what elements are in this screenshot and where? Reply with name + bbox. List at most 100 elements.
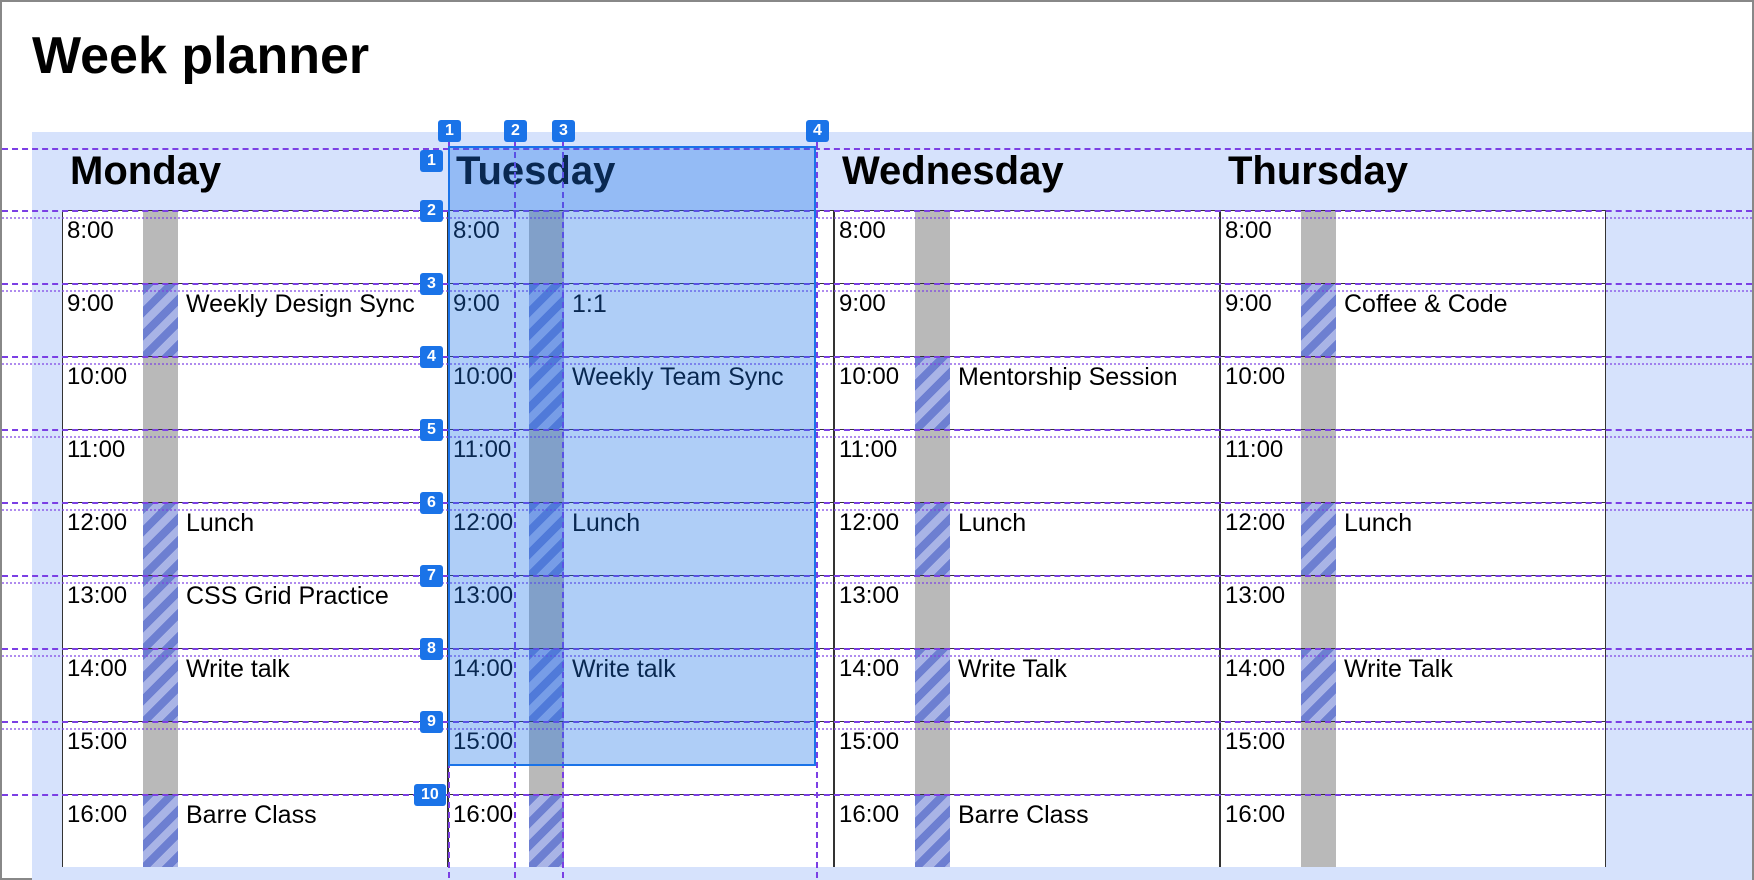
grid-guide-horizontal	[2, 356, 1752, 358]
time-slot[interactable]: 13:00	[1220, 575, 1606, 648]
time-slot[interactable]: 9:00	[834, 283, 1220, 356]
availability-bar	[1301, 649, 1336, 721]
event-name	[178, 722, 447, 794]
time-slot[interactable]: 10:00Weekly Team Sync	[448, 356, 834, 429]
day-column-monday: Monday 8:00 9:00 Weekly Design Sync 10:00…	[62, 132, 448, 867]
availability-bar	[1301, 284, 1336, 356]
time-slot[interactable]: 14:00Write talk	[448, 648, 834, 721]
time-label: 14:00	[63, 649, 143, 721]
time-slot[interactable]: 12:00Lunch	[62, 502, 448, 575]
time-slot[interactable]: 16:00Barre Class	[62, 794, 448, 867]
time-slot[interactable]: 14:00 Write talk	[62, 648, 448, 721]
week-planner-window: Week planner Monday 8:00 9:00Weekly Desi…	[0, 0, 1754, 880]
event-name: Coffee & Code	[1336, 284, 1605, 356]
time-slot[interactable]: 12:00Lunch	[834, 502, 1220, 575]
event-name	[178, 357, 447, 429]
event-name	[1336, 576, 1605, 648]
time-slot[interactable]: 10:00	[1220, 356, 1606, 429]
time-slot[interactable]: 13:00	[448, 575, 834, 648]
time-label: 16:00	[63, 795, 143, 867]
availability-bar	[529, 576, 564, 648]
time-slot[interactable]: 12:00Lunch	[1220, 502, 1606, 575]
time-label: 10:00	[1221, 357, 1301, 429]
time-slot[interactable]: 15:00	[1220, 721, 1606, 794]
time-slot[interactable]: 16:00	[448, 794, 834, 867]
time-slot[interactable]: 9:00Coffee & Code	[1220, 283, 1606, 356]
event-name	[1336, 722, 1605, 794]
time-slot[interactable]: 10:00	[62, 356, 448, 429]
availability-bar	[143, 795, 178, 867]
time-slot[interactable]: 12:00Lunch	[448, 502, 834, 575]
time-slot[interactable]: 15:00	[62, 721, 448, 794]
time-label: 11:00	[63, 430, 143, 502]
grid-row-badge: 10	[414, 784, 446, 806]
availability-bar	[529, 795, 564, 867]
availability-bar	[529, 722, 564, 794]
availability-bar	[143, 576, 178, 648]
grid-guide-thin	[2, 290, 1752, 292]
grid-col-badge: 2	[504, 120, 527, 142]
event-name	[178, 430, 447, 502]
grid-col-badge: 3	[552, 120, 575, 142]
time-slot[interactable]: 16:00	[1220, 794, 1606, 867]
availability-bar	[529, 430, 564, 502]
day-header: Monday	[62, 132, 448, 210]
time-slot[interactable]: 8:00	[62, 210, 448, 283]
time-label: 14:00	[835, 649, 915, 721]
time-label: 15:00	[449, 722, 529, 794]
grid-guide-horizontal	[2, 794, 1752, 796]
event-name: Write talk	[178, 649, 447, 721]
time-slot[interactable]: 8:00	[834, 210, 1220, 283]
event-name: Mentorship Session	[950, 357, 1219, 429]
availability-bar	[529, 284, 564, 356]
event-name: Write talk	[564, 649, 833, 721]
grid-guide-thin	[2, 509, 1752, 511]
time-slot[interactable]: 13:00	[834, 575, 1220, 648]
time-label: 9:00	[63, 284, 143, 356]
grid-col-badge: 1	[438, 120, 461, 142]
time-slot[interactable]: 11:00	[62, 429, 448, 502]
time-slot[interactable]: 8:00	[448, 210, 834, 283]
time-label: 14:00	[1221, 649, 1301, 721]
time-slot[interactable]: 9:001:1	[448, 283, 834, 356]
availability-bar	[143, 722, 178, 794]
grid-row-badge: 7	[420, 565, 443, 587]
time-slot[interactable]: 16:00Barre Class	[834, 794, 1220, 867]
time-slot[interactable]: 13:00CSS Grid Practice	[62, 575, 448, 648]
day-header: Tuesday	[448, 132, 834, 210]
availability-bar	[915, 430, 950, 502]
time-label: 11:00	[1221, 430, 1301, 502]
time-label: 13:00	[63, 576, 143, 648]
grid-row-badge: 8	[420, 638, 443, 660]
time-label: 10:00	[63, 357, 143, 429]
time-label: 12:00	[835, 503, 915, 575]
availability-bar	[143, 357, 178, 429]
availability-bar	[143, 284, 178, 356]
availability-bar	[915, 576, 950, 648]
time-label: 16:00	[1221, 795, 1301, 867]
availability-bar	[143, 649, 178, 721]
time-slot[interactable]: 14:00Write Talk	[1220, 648, 1606, 721]
time-slot[interactable]: 8:00	[1220, 210, 1606, 283]
event-name	[1336, 430, 1605, 502]
grid-guide-horizontal	[2, 283, 1752, 285]
grid-guide-thin	[2, 363, 1752, 365]
time-slot[interactable]: 11:00	[1220, 429, 1606, 502]
time-slot[interactable]: 15:00	[448, 721, 834, 794]
grid-row-badge: 2	[420, 200, 443, 222]
time-slot[interactable]: 11:00	[448, 429, 834, 502]
event-name	[564, 795, 833, 867]
time-slot[interactable]: 10:00Mentorship Session	[834, 356, 1220, 429]
time-slot[interactable]: 11:00	[834, 429, 1220, 502]
time-slot[interactable]: 14:00Write Talk	[834, 648, 1220, 721]
time-label: 13:00	[449, 576, 529, 648]
time-label: 13:00	[1221, 576, 1301, 648]
time-slot[interactable]: 9:00 Weekly Design Sync	[62, 283, 448, 356]
day-header: Thursday	[1220, 132, 1606, 210]
event-name: Weekly Design Sync	[178, 284, 447, 356]
availability-bar	[1301, 503, 1336, 575]
grid-guide-vertical	[514, 132, 516, 878]
event-name: Weekly Team Sync	[564, 357, 833, 429]
time-slot[interactable]: 15:00	[834, 721, 1220, 794]
time-label: 15:00	[1221, 722, 1301, 794]
